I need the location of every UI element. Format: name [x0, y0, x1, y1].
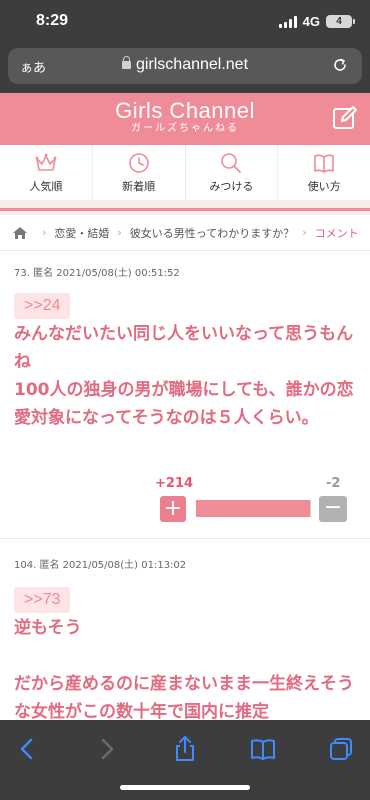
compose-icon[interactable] [332, 105, 358, 131]
book-icon [314, 154, 334, 173]
comment-divider [0, 538, 370, 539]
nav-item-newest[interactable]: 新着順 [93, 145, 186, 200]
header-divider [0, 201, 370, 215]
reload-icon[interactable] [332, 57, 348, 73]
breadcrumb: › 恋愛・結婚 › 彼女いる男性ってわかりますか？ › コメント [0, 215, 370, 251]
url-text: girlschannel.net [135, 56, 249, 73]
logo-main-text: Girls Channel [115, 98, 255, 123]
reply-anchor-link[interactable]: >>73 [14, 587, 71, 613]
breadcrumb-current: コメント [314, 226, 359, 240]
site-logo[interactable]: Girls Channel ガールズちゃんねる [0, 99, 370, 135]
forward-icon[interactable] [92, 734, 122, 764]
status-bar: 8:29 4G 4 [0, 0, 370, 46]
nav-item-popular[interactable]: 人気順 [0, 145, 93, 200]
site-header: Girls Channel ガールズちゃんねる [0, 93, 370, 145]
status-time: 8:29 [36, 12, 69, 29]
network-type: 4G [302, 14, 320, 29]
plus-vote-button[interactable]: + [160, 496, 186, 522]
minus-vote-button[interactable]: − [319, 496, 347, 522]
plus-count: +214 [155, 476, 194, 491]
nav-label: 新着順 [122, 180, 156, 193]
battery-icon: 4 [326, 15, 355, 28]
lock-icon [121, 56, 131, 69]
url-display[interactable]: girlschannel.net [8, 56, 362, 74]
vote-ratio-bar [196, 500, 311, 517]
nav-label: 人気順 [29, 180, 63, 193]
address-bar[interactable]: ぁあ girlschannel.net [8, 48, 362, 84]
status-indicators: 4G 4 [278, 14, 355, 29]
comment-meta: 73. 匿名 2021/05/08(土) 00:51:52 [14, 268, 180, 279]
home-icon[interactable] [12, 226, 28, 240]
reply-anchor-link[interactable]: >>24 [14, 293, 71, 319]
comment-body: みんなだいたい同じ人をいいなって思うもんね 100人の独身の男が職場にしても、誰… [14, 324, 354, 428]
minus-count: -2 [326, 476, 341, 491]
clock-icon [128, 153, 149, 173]
signal-icon [278, 15, 297, 28]
comment-body: 逆もそう だから産めるのに産まないまま一生終えそうな女性がこの数十年で国内に推定 [14, 618, 354, 722]
bookmarks-icon[interactable] [248, 734, 278, 764]
nav-label: 使い方 [307, 180, 341, 193]
home-indicator [120, 785, 250, 790]
crown-icon [35, 153, 57, 171]
tabs-icon[interactable] [326, 734, 356, 764]
vote-ratio-fill [196, 500, 310, 517]
main-nav: 人気順 新着順 みつける 使い方 [0, 145, 370, 201]
comment-meta: 104. 匿名 2021/05/08(土) 01:13:02 [14, 560, 187, 571]
logo-sub-text: ガールズちゃんねる [131, 123, 239, 134]
nav-label: みつける [209, 180, 254, 193]
chevron-right-icon: › [42, 226, 47, 239]
chevron-right-icon: › [117, 226, 122, 239]
search-icon [221, 153, 242, 173]
breadcrumb-category[interactable]: 恋愛・結婚 [54, 225, 109, 241]
breadcrumb-topic[interactable]: 彼女いる男性ってわかりますか？ [130, 225, 294, 241]
share-icon[interactable] [170, 734, 200, 764]
browser-chrome-top: 8:29 4G 4 ぁあ girlschannel.net [0, 0, 370, 93]
back-icon[interactable] [12, 734, 42, 764]
nav-item-find[interactable]: みつける [186, 145, 279, 200]
nav-item-howto[interactable]: 使い方 [278, 145, 370, 200]
chevron-right-icon: › [302, 226, 307, 239]
